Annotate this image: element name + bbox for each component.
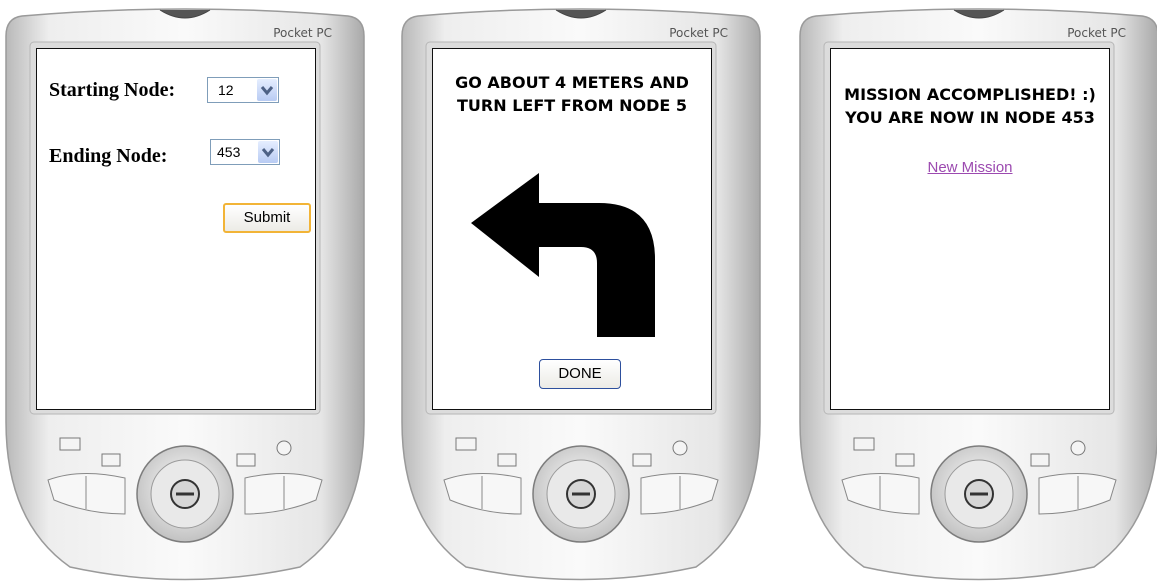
screen-route-form: Starting Node: 12 Ending Node: 453 Submi…	[36, 48, 316, 410]
chevron-down-icon[interactable]	[257, 79, 277, 101]
brand-label: Pocket PC	[669, 26, 728, 40]
ending-node-label: Ending Node:	[49, 145, 168, 167]
starting-node-value: 12	[218, 82, 234, 98]
mission-message: MISSION ACCOMPLISHED! :) YOU ARE NOW IN …	[844, 85, 1096, 127]
pocket-pc-device-1: Pocket PC Starting Node: 12 Ending Node:…	[0, 2, 370, 585]
new-mission-link[interactable]: New Mission	[831, 159, 1109, 176]
pocket-pc-device-3: Pocket PC MISSION ACCOMPLISHED! :) YOU A…	[794, 2, 1157, 585]
starting-node-select[interactable]: 12	[207, 77, 279, 103]
screen-result: MISSION ACCOMPLISHED! :) YOU ARE NOW IN …	[830, 48, 1110, 410]
turn-left-arrow-icon	[471, 173, 655, 337]
pocket-pc-device-2: Pocket PC GO ABOUT 4 METERS AND TURN LEF…	[396, 2, 766, 585]
chevron-down-icon[interactable]	[258, 141, 278, 163]
ending-node-value: 453	[217, 144, 241, 160]
screen-direction: GO ABOUT 4 METERS AND TURN LEFT FROM NOD…	[432, 48, 712, 410]
direction-instruction: GO ABOUT 4 METERS AND TURN LEFT FROM NOD…	[455, 73, 689, 115]
brand-label: Pocket PC	[273, 26, 332, 40]
ending-node-select[interactable]: 453	[210, 139, 280, 165]
done-button[interactable]: DONE	[539, 359, 621, 389]
submit-button[interactable]: Submit	[223, 203, 311, 233]
starting-node-label: Starting Node:	[49, 79, 176, 101]
brand-label: Pocket PC	[1067, 26, 1126, 40]
